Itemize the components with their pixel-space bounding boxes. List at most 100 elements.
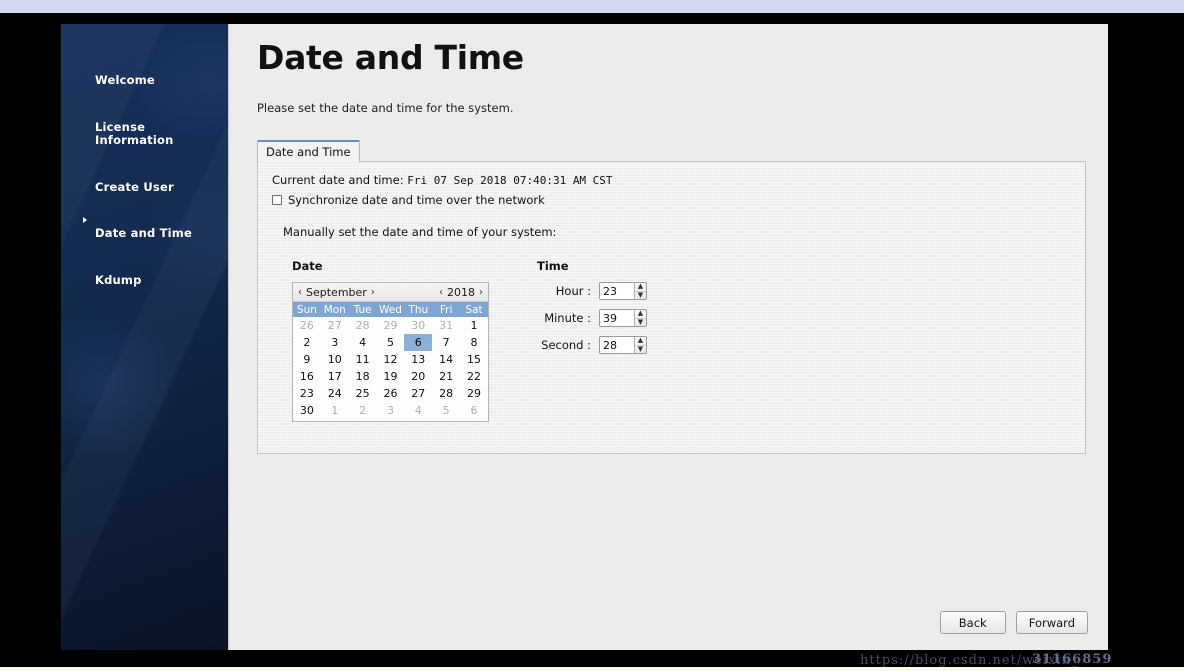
calendar-week-row: 16 17 18 19 20 21 22 [293,368,488,385]
installer-window: Welcome License Information Create User … [61,24,1108,650]
calendar-day-cell[interactable]: 16 [293,368,321,385]
sidebar-item-label: Create User [95,179,174,194]
second-decrement-icon[interactable]: ▼ [635,345,646,354]
calendar-day-cell[interactable]: 15 [460,351,488,368]
top-desktop-strip [0,0,1184,13]
sidebar-nav: Welcome License Information Create User … [61,24,228,290]
calendar-day-cell[interactable]: 29 [460,385,488,402]
calendar-day-cell[interactable]: 27 [321,317,349,334]
calendar-day-cell[interactable]: 6 [404,334,433,351]
minute-decrement-icon[interactable]: ▼ [635,318,646,327]
sync-network-row[interactable]: Synchronize date and time over the netwo… [272,193,1073,207]
calendar-day-cell[interactable]: 10 [321,351,349,368]
calendar-day-cell[interactable]: 5 [377,334,405,351]
prev-year-icon[interactable]: ‹ [438,287,444,298]
calendar-day-cell[interactable]: 26 [293,317,321,334]
calendar-day-cell[interactable]: 24 [321,385,349,402]
calendar-day-cell[interactable]: 28 [349,317,377,334]
second-row: Second : ▲ ▼ [537,336,647,354]
hour-input[interactable] [600,283,634,299]
sidebar-item-kdump[interactable]: Kdump [61,244,228,291]
calendar-day-cell[interactable]: 20 [404,368,432,385]
sidebar-item-welcome[interactable]: Welcome [61,44,228,91]
calendar-day-cell[interactable]: 1 [321,402,349,419]
calendar-day-cell[interactable]: 17 [321,368,349,385]
watermark-overlap-text: 31166859 [1032,652,1113,667]
sidebar-item-label: Kdump [95,272,142,287]
calendar-day-cell[interactable]: 31 [432,317,460,334]
date-column: Date ‹ September › ‹ 2018 › Sun Mon Tue … [292,259,527,422]
time-column: Time Hour : ▲ ▼ [537,259,647,422]
sidebar-item-create-user[interactable]: Create User [61,151,228,198]
calendar-day-cell[interactable]: 3 [377,402,405,419]
calendar-day-cell[interactable]: 14 [432,351,460,368]
calendar-day-cell[interactable]: 6 [460,402,488,419]
calendar-day-cell[interactable]: 2 [349,402,377,419]
calendar-week-row: 2345678 [293,334,488,351]
weekday-header: Tue [348,302,377,317]
sidebar-item-label: Date and Time [95,226,192,240]
calendar-day-cell[interactable]: 27 [404,385,432,402]
second-label: Second : [541,338,591,352]
calendar-day-cell[interactable]: 26 [377,385,405,402]
second-stepper-buttons[interactable]: ▲ ▼ [634,337,646,353]
hour-stepper[interactable]: ▲ ▼ [599,282,647,300]
calendar-day-cell[interactable]: 1 [460,317,488,334]
next-month-icon[interactable]: › [370,287,376,298]
calendar-day-cell[interactable]: 29 [377,317,405,334]
date-time-columns: Date ‹ September › ‹ 2018 › Sun Mon Tue … [292,259,1073,422]
weekday-header: Wed [376,302,405,317]
calendar-day-cell[interactable]: 4 [404,402,432,419]
sidebar-item-license-information[interactable]: License Information [61,91,228,151]
calendar-day-cell[interactable]: 3 [321,334,349,351]
second-input[interactable] [600,337,634,353]
calendar-day-cell[interactable]: 9 [293,351,321,368]
calendar-day-cell[interactable]: 30 [293,402,321,419]
screen: Welcome License Information Create User … [0,0,1184,671]
sidebar-item-date-and-time[interactable]: Date and Time [61,197,228,244]
calendar-widget[interactable]: ‹ September › ‹ 2018 › Sun Mon Tue Wed T… [292,282,489,422]
minute-stepper-buttons[interactable]: ▲ ▼ [634,310,646,326]
hour-label: Hour : [555,284,591,298]
sidebar: Welcome License Information Create User … [61,24,228,650]
tab-date-and-time[interactable]: Date and Time [257,140,360,162]
hour-decrement-icon[interactable]: ▼ [635,291,646,300]
calendar-day-cell[interactable]: 11 [349,351,377,368]
calendar-day-cell[interactable]: 12 [377,351,405,368]
calendar-day-cell[interactable]: 8 [460,334,488,351]
second-stepper[interactable]: ▲ ▼ [599,336,647,354]
bottom-desktop-strip [0,667,1184,671]
calendar-day-cell[interactable]: 22 [460,368,488,385]
tab-bar: Date and Time [257,140,1088,162]
calendar-week-row: 30 1 2 3 4 5 6 [293,402,488,419]
footer-buttons: Back Forward [939,611,1088,634]
calendar-day-cell[interactable]: 25 [349,385,377,402]
prev-month-icon[interactable]: ‹ [297,287,303,298]
calendar-day-cell[interactable]: 5 [432,402,460,419]
calendar-day-cell[interactable]: 21 [432,368,460,385]
calendar-day-cell[interactable]: 4 [349,334,377,351]
calendar-day-cell[interactable]: 13 [404,351,432,368]
calendar-week-row: 26 27 28 29 30 31 1 [293,317,488,334]
calendar-day-cell[interactable]: 30 [404,317,432,334]
minute-input[interactable] [600,310,634,326]
calendar-day-cell[interactable]: 23 [293,385,321,402]
calendar-nav: ‹ September › ‹ 2018 › [293,283,488,302]
calendar-day-cell[interactable]: 19 [377,368,405,385]
forward-button[interactable]: Forward [1015,611,1088,634]
calendar-day-cell[interactable]: 28 [432,385,460,402]
weekday-header: Thu [404,302,433,317]
calendar-day-cell[interactable]: 2 [293,334,321,351]
hour-stepper-buttons[interactable]: ▲ ▼ [634,283,646,299]
weekday-header: Fri [432,302,461,317]
calendar-day-cell[interactable]: 7 [432,334,460,351]
back-button[interactable]: Back [939,611,1006,634]
next-year-icon[interactable]: › [478,287,484,298]
calendar-month-label: September [306,285,367,299]
sync-network-checkbox[interactable] [272,195,282,205]
calendar-day-cell[interactable]: 18 [349,368,377,385]
manual-set-label: Manually set the date and time of your s… [283,225,557,239]
calendar-weekday-header: Sun Mon Tue Wed Thu Fri Sat [293,302,488,317]
minute-stepper[interactable]: ▲ ▼ [599,309,647,327]
sync-network-label: Synchronize date and time over the netwo… [288,193,545,207]
